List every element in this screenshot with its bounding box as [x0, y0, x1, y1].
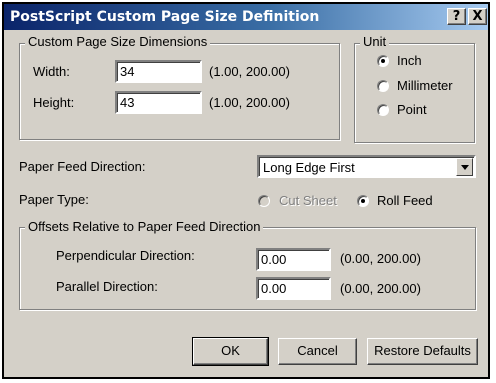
cut-sheet-label: Cut Sheet: [279, 193, 337, 208]
paper-feed-dropdown[interactable]: Long Edge First: [257, 155, 476, 178]
unit-millimeter-label[interactable]: Millimeter: [397, 78, 453, 94]
paper-feed-value: Long Edge First: [263, 160, 355, 175]
roll-feed-radio[interactable]: [357, 195, 369, 207]
width-input[interactable]: 34: [115, 60, 202, 83]
dialog-window: PostScript Custom Page Size Definition ?…: [2, 2, 490, 379]
offsets-legend: Offsets Relative to Paper Feed Direction: [25, 220, 264, 234]
offsets-group: [19, 227, 476, 310]
unit-inch-radio[interactable]: [377, 55, 389, 67]
dimensions-legend: Custom Page Size Dimensions: [25, 35, 211, 49]
perpendicular-input[interactable]: 0.00: [256, 248, 331, 271]
height-label: Height:: [33, 95, 75, 110]
roll-feed-label[interactable]: Roll Feed: [377, 193, 433, 209]
unit-point-radio[interactable]: [377, 104, 389, 116]
perpendicular-range: (0.00, 200.00): [340, 251, 421, 266]
width-range: (1.00, 200.00): [209, 64, 290, 79]
perpendicular-label: Perpendicular Direction:: [56, 248, 195, 263]
chevron-down-icon[interactable]: [456, 158, 473, 176]
parallel-label: Parallel Direction:: [56, 279, 158, 294]
unit-inch-label[interactable]: Inch: [397, 53, 422, 69]
height-range: (1.00, 200.00): [209, 95, 290, 110]
close-button[interactable]: X: [468, 8, 487, 25]
window-title: PostScript Custom Page Size Definition: [10, 9, 320, 25]
cancel-button[interactable]: Cancel: [278, 338, 357, 365]
restore-defaults-button[interactable]: Restore Defaults: [367, 338, 478, 365]
width-label: Width:: [33, 64, 70, 79]
help-button[interactable]: ?: [447, 8, 466, 25]
parallel-input[interactable]: 0.00: [256, 277, 331, 300]
cut-sheet-radio: [258, 195, 270, 207]
unit-legend: Unit: [360, 35, 390, 49]
title-bar[interactable]: PostScript Custom Page Size Definition ?…: [4, 4, 488, 30]
unit-point-label[interactable]: Point: [397, 102, 427, 118]
unit-millimeter-radio[interactable]: [377, 80, 389, 92]
parallel-range: (0.00, 200.00): [340, 281, 421, 296]
height-input[interactable]: 43: [115, 91, 202, 114]
paper-type-label: Paper Type:: [19, 192, 89, 207]
ok-button[interactable]: OK: [192, 337, 269, 366]
paper-feed-label: Paper Feed Direction:: [19, 159, 146, 174]
